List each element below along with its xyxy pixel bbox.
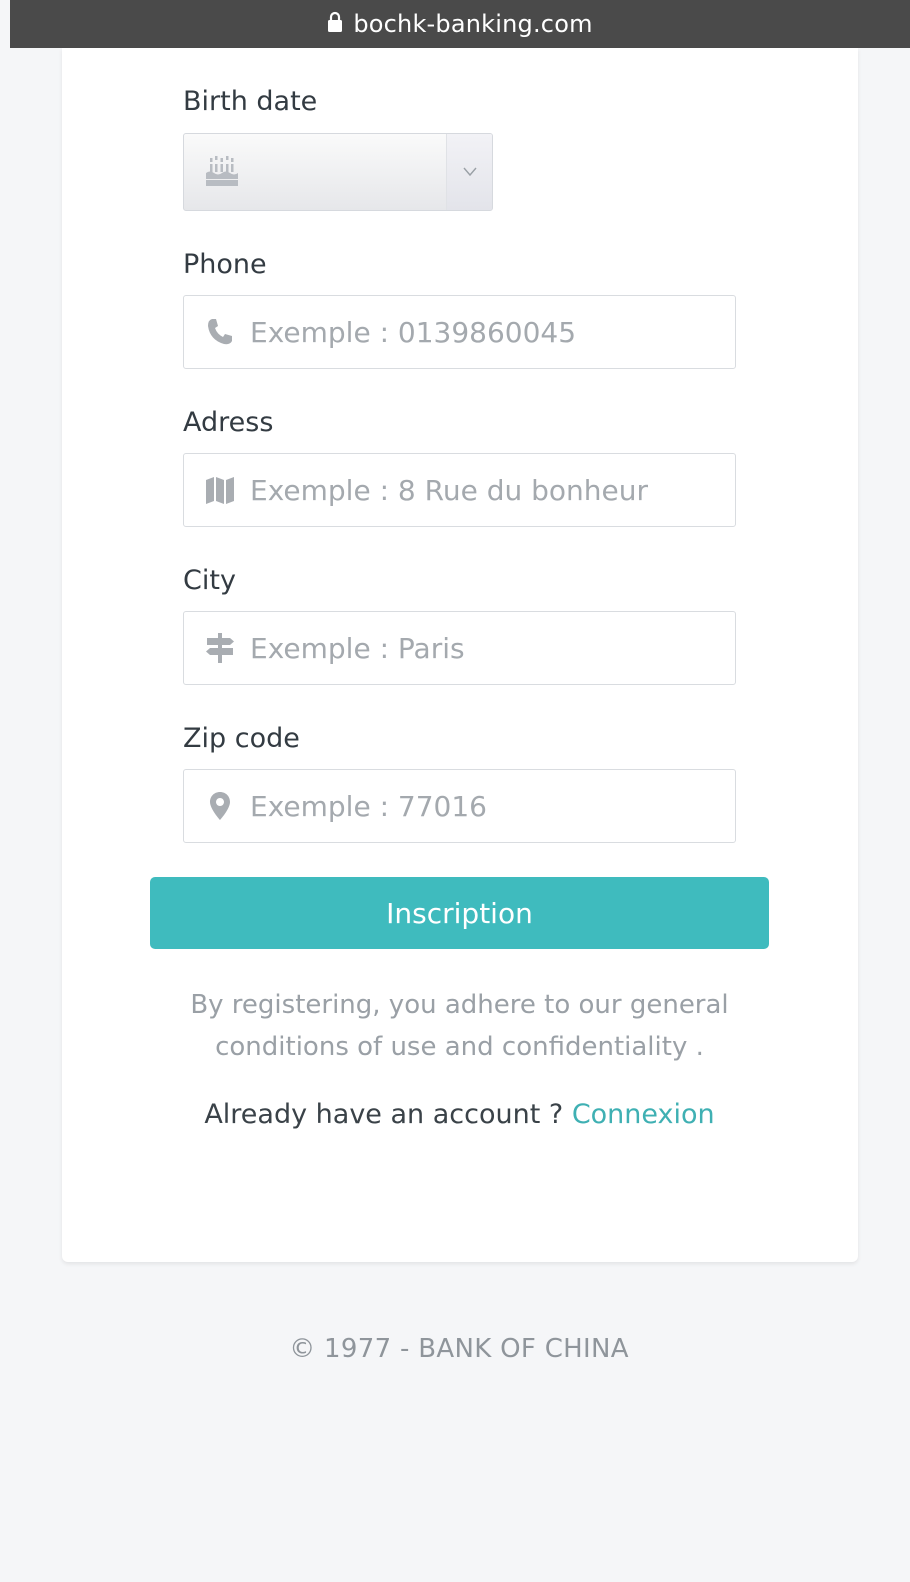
connexion-link[interactable]: Connexion [572,1099,715,1130]
city-label: City [183,565,236,596]
phone-field[interactable] [183,295,736,369]
lock-icon [328,11,343,32]
inscription-button[interactable]: Inscription [150,877,769,949]
birth-date-dropdown-toggle[interactable] [446,134,492,210]
url-text: bochk-banking.com [353,10,593,38]
phone-icon [208,319,232,345]
address-input[interactable] [250,454,720,526]
zip-code-field[interactable] [183,769,736,843]
terms-text: By registering, you adhere to our genera… [190,990,729,1062]
footer-copyright: © 1977 - BANK OF CHINA [289,1334,629,1364]
phone-label: Phone [183,249,267,280]
city-input[interactable] [250,612,720,684]
already-account-text: Already have an account ? [204,1099,564,1130]
zip-code-label: Zip code [183,723,300,754]
browser-url-bar[interactable]: bochk-banking.com [10,0,910,48]
signpost-icon [206,633,234,663]
address-label: Adress [183,407,274,438]
already-account-line: Already have an account ? Connexion [150,1099,769,1130]
birth-date-label: Birth date [183,86,318,117]
birthday-cake-icon [206,156,238,186]
city-field[interactable] [183,611,736,685]
birth-date-select[interactable] [183,133,493,211]
zip-code-input[interactable] [250,770,720,842]
chevron-down-icon [462,167,477,177]
map-marker-icon [210,792,230,820]
phone-input[interactable] [250,296,720,368]
address-field[interactable] [183,453,736,527]
map-icon [206,477,234,504]
